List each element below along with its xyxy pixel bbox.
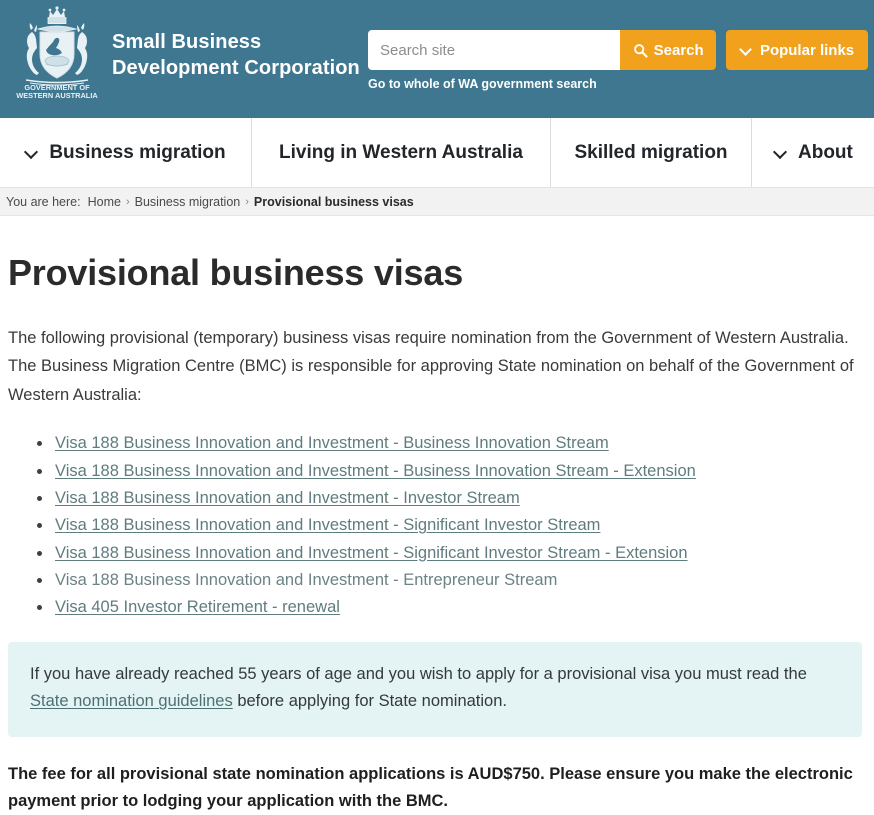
search-button[interactable]: Search	[620, 30, 717, 70]
popular-links-button[interactable]: Popular links	[726, 30, 868, 70]
site-header: GOVERNMENT OF WESTERN AUSTRALIA Small Bu…	[0, 0, 874, 118]
search-area: Search Popular links Go to whole of WA g…	[368, 30, 868, 91]
breadcrumb-item-current: Provisional business visas	[253, 194, 414, 209]
info-callout: If you have already reached 55 years of …	[8, 641, 862, 738]
list-item: Visa 188 Business Innovation and Investm…	[34, 512, 866, 539]
visa-link[interactable]: Visa 188 Business Innovation and Investm…	[55, 434, 609, 452]
state-nomination-guidelines-link[interactable]: State nomination guidelines	[30, 692, 233, 710]
main-content: Provisional business visas The following…	[0, 252, 874, 815]
search-icon	[633, 43, 648, 58]
main-navigation: Business migration Living in Western Aus…	[0, 118, 874, 188]
visa-link[interactable]: Visa 188 Business Innovation and Investm…	[55, 544, 688, 562]
nav-item-label: About	[798, 141, 853, 163]
nav-item-about[interactable]: About	[752, 118, 874, 187]
visa-link[interactable]: Visa 188 Business Innovation and Investm…	[55, 516, 600, 534]
callout-text-after: before applying for State nomination.	[232, 692, 507, 711]
search-button-label: Search	[653, 41, 704, 59]
breadcrumb-item-business-migration[interactable]: Business migration	[135, 195, 241, 209]
site-brand[interactable]: GOVERNMENT OF WESTERN AUSTRALIA Small Bu…	[0, 0, 360, 98]
visa-text: Visa 188 Business Innovation and Investm…	[55, 571, 558, 589]
nav-item-skilled-migration[interactable]: Skilled migration	[551, 118, 752, 187]
nav-item-label: Skilled migration	[574, 141, 728, 163]
visa-link[interactable]: Visa 188 Business Innovation and Investm…	[55, 489, 520, 507]
breadcrumb-separator: ›	[245, 195, 249, 208]
list-item: Visa 188 Business Innovation and Investm…	[34, 567, 866, 594]
callout-text: If you have already reached 55 years of …	[30, 661, 840, 716]
breadcrumb-item-home[interactable]: Home	[88, 195, 121, 209]
nav-item-label: Business migration	[49, 141, 226, 163]
visa-link[interactable]: Visa 188 Business Innovation and Investm…	[55, 462, 696, 480]
chevron-down-icon	[25, 146, 38, 159]
callout-text-before: If you have already reached 55 years of …	[30, 664, 807, 683]
wa-coat-of-arms-icon: GOVERNMENT OF WESTERN AUSTRALIA	[8, 4, 106, 98]
visa-list: Visa 188 Business Innovation and Investm…	[8, 430, 866, 622]
breadcrumb-separator: ›	[125, 195, 130, 208]
wa-government-search-link[interactable]: Go to whole of WA government search	[368, 77, 868, 91]
intro-paragraph: The following provisional (temporary) bu…	[8, 329, 854, 404]
breadcrumb-label: You are here:	[6, 194, 81, 209]
fee-note: The fee for all provisional state nomina…	[8, 765, 853, 810]
popular-links-label: Popular links	[759, 41, 855, 59]
search-input[interactable]	[368, 30, 621, 70]
crest-caption-line2: WESTERN AUSTRALIA	[16, 91, 98, 98]
chevron-down-icon	[774, 146, 787, 159]
chevron-down-icon	[740, 44, 753, 57]
list-item: Visa 188 Business Innovation and Investm…	[34, 485, 866, 512]
visa-link[interactable]: Visa 405 Investor Retirement - renewal	[55, 598, 340, 616]
page-title: Provisional business visas	[8, 252, 464, 293]
list-item: Visa 188 Business Innovation and Investm…	[34, 540, 866, 567]
list-item: Visa 188 Business Innovation and Investm…	[34, 430, 866, 457]
list-item: Visa 405 Investor Retirement - renewal	[34, 594, 866, 621]
nav-item-label: Living in Western Australia	[279, 141, 523, 163]
brand-line-1: Small Business	[112, 31, 262, 53]
nav-item-business-migration[interactable]: Business migration	[0, 118, 252, 187]
list-item: Visa 188 Business Innovation and Investm…	[34, 458, 866, 485]
site-brand-name: Small Business Development Corporation	[112, 4, 360, 81]
breadcrumb: You are here: Home › Business migration …	[0, 188, 874, 216]
brand-line-2: Development Corporation	[112, 56, 360, 79]
nav-item-living-in-western-australia[interactable]: Living in Western Australia	[252, 118, 551, 187]
